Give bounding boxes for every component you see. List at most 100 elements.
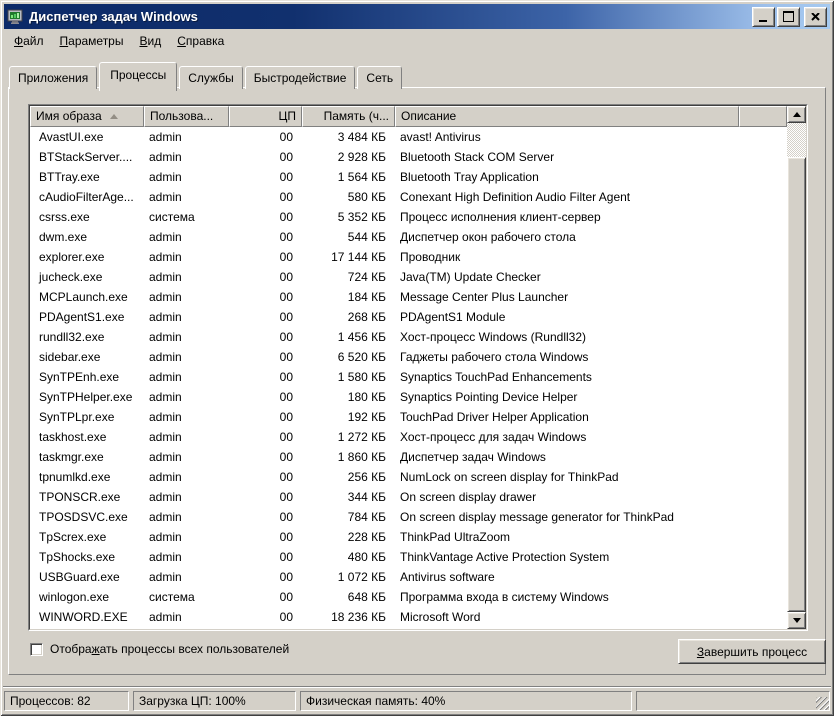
column-header-blank[interactable] [739,106,787,127]
vertical-scrollbar[interactable] [787,106,806,629]
process-row[interactable]: dwm.exeadmin00544 КБДиспетчер окон рабоч… [30,227,787,247]
cell-user-name: admin [144,387,229,407]
cell-memory: 2 928 КБ [302,147,395,167]
process-row[interactable]: AvastUI.exeadmin003 484 КБavast! Antivir… [30,127,787,147]
column-header-user-name[interactable]: Пользова... [144,106,229,127]
cell-user-name: admin [144,287,229,307]
cell-description: Программа входа в систему Windows [395,587,739,607]
show-all-users-checkbox[interactable]: Отображать процессы всех пользователей [30,642,289,656]
column-header-description[interactable]: Описание [395,106,739,127]
process-rows: AvastUI.exeadmin003 484 КБavast! Antivir… [30,127,787,629]
process-row[interactable]: TpScrex.exeadmin00228 КБThinkPad UltraZo… [30,527,787,547]
sort-ascending-icon [110,114,118,119]
process-row[interactable]: explorer.exeadmin0017 144 КБПроводник [30,247,787,267]
tab-services[interactable]: Службы [179,66,242,89]
column-header-memory[interactable]: Память (ч... [302,106,395,127]
column-header-label: Описание [401,107,456,126]
cell-cpu: 00 [229,287,302,307]
process-row[interactable]: TPOSDSVC.exeadmin00784 КБOn screen displ… [30,507,787,527]
cell-user-name: admin [144,607,229,627]
tab-network[interactable]: Сеть [357,66,402,89]
process-row[interactable]: WINWORD.EXEadmin0018 236 КБMicrosoft Wor… [30,607,787,627]
cell-image-name: taskmgr.exe [30,447,144,467]
cell-user-name: admin [144,147,229,167]
process-row[interactable]: BTTray.exeadmin001 564 КБBluetooth Tray … [30,167,787,187]
titlebar[interactable]: Диспетчер задач Windows [4,4,830,29]
cell-description: Synaptics Pointing Device Helper [395,387,739,407]
process-row[interactable]: cAudioFilterAge...admin00580 КБConexant … [30,187,787,207]
process-row[interactable]: TPONSCR.exeadmin00344 КБOn screen displa… [30,487,787,507]
process-row[interactable]: csrss.exeсистема005 352 КБПроцесс исполн… [30,207,787,227]
cell-user-name: admin [144,167,229,187]
cell-memory: 544 КБ [302,227,395,247]
cell-memory: 3 484 КБ [302,127,395,147]
tab-applications[interactable]: Приложения [9,66,97,89]
process-row[interactable]: USBGuard.exeadmin001 072 КБAntivirus sof… [30,567,787,587]
tab-performance[interactable]: Быстродействие [245,66,356,89]
process-row[interactable]: winlogon.exeсистема00648 КБПрограмма вхо… [30,587,787,607]
scrollbar-thumb[interactable] [787,157,806,612]
scroll-up-button[interactable] [787,106,806,123]
column-header-image-name[interactable]: Имя образа [30,106,144,127]
menu-help[interactable]: Справка [169,31,232,51]
arrow-up-icon [793,112,801,117]
cell-user-name: admin [144,467,229,487]
cell-memory: 1 272 КБ [302,427,395,447]
process-row[interactable]: taskhost.exeadmin001 272 КБХост-процесс … [30,427,787,447]
cell-cpu: 00 [229,247,302,267]
process-row[interactable]: tpnumlkd.exeadmin00256 КБNumLock on scre… [30,467,787,487]
cell-cpu: 00 [229,447,302,467]
scroll-down-button[interactable] [787,612,806,629]
cell-cpu: 00 [229,487,302,507]
cell-image-name: BTStackServer.... [30,147,144,167]
cell-image-name: TpShocks.exe [30,547,144,567]
cell-user-name: admin [144,567,229,587]
process-row[interactable]: SynTPHelper.exeadmin00180 КБSynaptics Po… [30,387,787,407]
menu-options[interactable]: Параметры [52,31,132,51]
cell-user-name: admin [144,227,229,247]
menu-file[interactable]: Файл [6,31,52,51]
statusbar: Процессов: 82 Загрузка ЦП: 100% Физическ… [3,686,831,713]
tab-processes[interactable]: Процессы [99,62,177,91]
cell-image-name: TPONSCR.exe [30,487,144,507]
cell-image-name: rundll32.exe [30,327,144,347]
cell-user-name: admin [144,347,229,367]
tabstrip: ПриложенияПроцессыСлужбыБыстродействиеСе… [9,60,404,89]
cell-description: Хост-процесс для задач Windows [395,427,739,447]
cell-image-name: SynTPEnh.exe [30,367,144,387]
column-header-cpu[interactable]: ЦП [229,106,302,127]
cell-image-name: MCPLaunch.exe [30,287,144,307]
process-row[interactable]: SynTPLpr.exeadmin00192 КБTouchPad Driver… [30,407,787,427]
cell-memory: 5 352 КБ [302,207,395,227]
cell-description: Диспетчер задач Windows [395,447,739,467]
column-header-label: Память (ч... [324,107,389,126]
cell-image-name: USBGuard.exe [30,567,144,587]
minimize-button[interactable] [752,7,775,27]
cell-cpu: 00 [229,127,302,147]
checkbox-box[interactable] [30,643,43,656]
process-row[interactable]: jucheck.exeadmin00724 КБJava(TM) Update … [30,267,787,287]
maximize-button[interactable] [777,7,800,27]
process-row[interactable]: sidebar.exeadmin006 520 КБГаджеты рабоче… [30,347,787,367]
cell-image-name: csrss.exe [30,207,144,227]
cell-cpu: 00 [229,327,302,347]
process-row[interactable]: rundll32.exeadmin001 456 КБХост-процесс … [30,327,787,347]
cell-description: NumLock on screen display for ThinkPad [395,467,739,487]
end-process-button[interactable]: Завершить процесс [678,639,826,664]
cell-description: PDAgentS1 Module [395,307,739,327]
process-row[interactable]: PDAgentS1.exeadmin00268 КБPDAgentS1 Modu… [30,307,787,327]
cell-user-name: admin [144,527,229,547]
process-row[interactable]: BTStackServer....admin002 928 КБBluetoot… [30,147,787,167]
process-row[interactable]: MCPLaunch.exeadmin00184 КБMessage Center… [30,287,787,307]
cell-image-name: sidebar.exe [30,347,144,367]
resize-grip[interactable] [816,697,829,710]
process-row[interactable]: taskmgr.exeadmin001 860 КБДиспетчер зада… [30,447,787,467]
cell-memory: 268 КБ [302,307,395,327]
menu-view[interactable]: Вид [131,31,169,51]
process-row[interactable]: TpShocks.exeadmin00480 КБThinkVantage Ac… [30,547,787,567]
process-row[interactable]: SynTPEnh.exeadmin001 580 КБSynaptics Tou… [30,367,787,387]
minimize-icon [759,12,767,22]
column-header-label: Пользова... [150,107,213,126]
close-button[interactable] [804,7,827,27]
cell-image-name: BTTray.exe [30,167,144,187]
